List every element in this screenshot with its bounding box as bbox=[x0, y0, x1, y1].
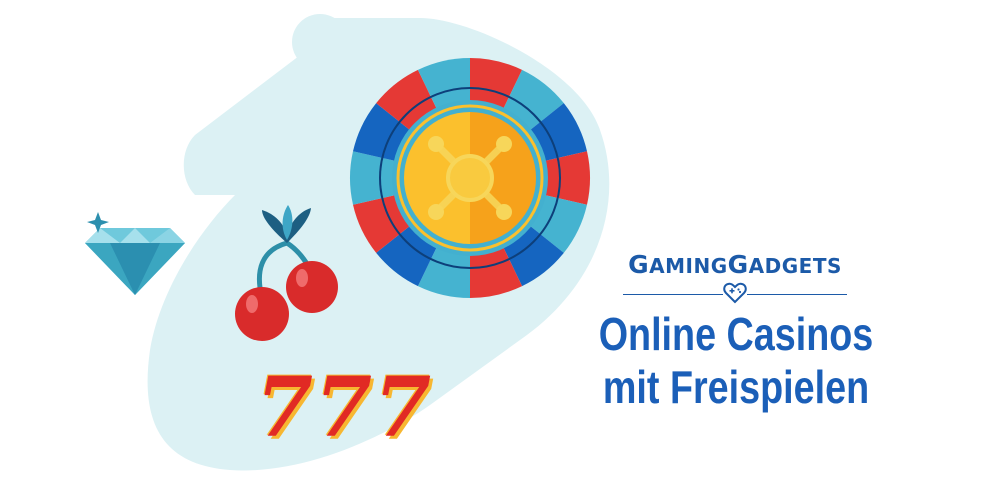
headline-line-1: Online Casinos bbox=[598, 308, 874, 360]
brand-logo[interactable]: GAMINGGADGETS bbox=[615, 250, 855, 304]
brand-initial-a: G bbox=[628, 250, 650, 279]
brand-word-a: AMING bbox=[649, 254, 728, 278]
gamepad-heart-icon bbox=[723, 282, 747, 304]
brand-word-b: ADGETS bbox=[748, 254, 842, 278]
brand-initial-b: G bbox=[727, 250, 749, 279]
diamond-icon bbox=[85, 212, 185, 295]
sevens-icon: 777 bbox=[256, 360, 434, 456]
headline-line-2: mit Freispielen bbox=[602, 360, 870, 413]
brand-wordmark: GAMINGGADGETS bbox=[615, 250, 855, 279]
page-headline: Online Casinos mit Freispielen bbox=[560, 308, 912, 414]
